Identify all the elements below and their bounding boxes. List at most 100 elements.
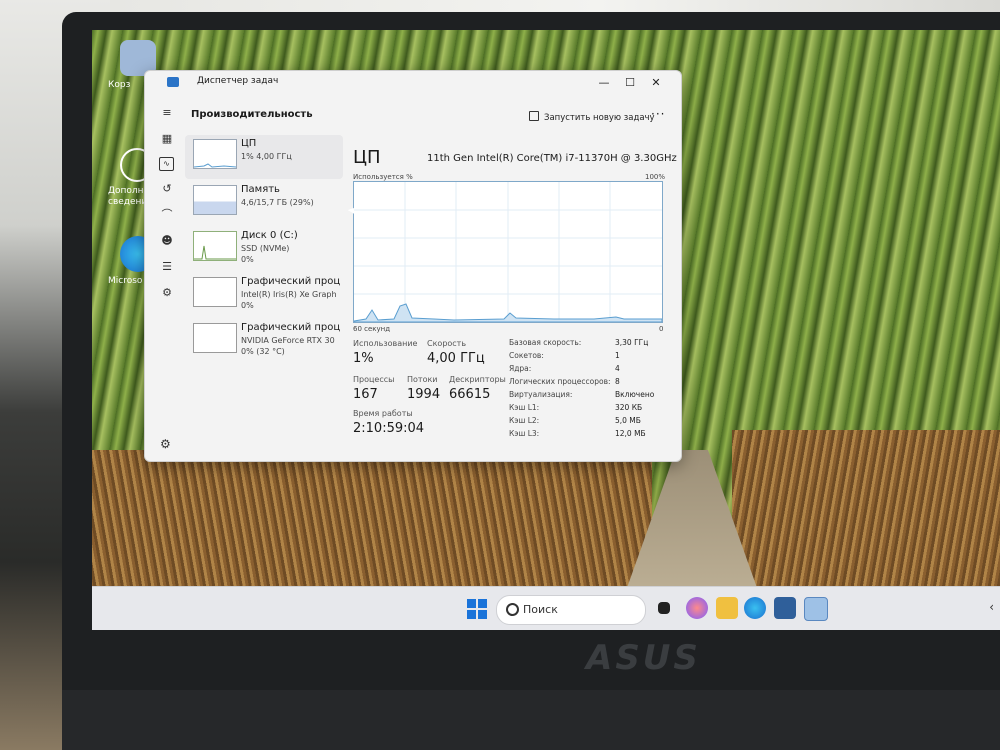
stat-speed: Скорость 4,00 ГГц bbox=[427, 339, 485, 366]
stat-value: 2:10:59:04 bbox=[353, 421, 425, 436]
more-options-button[interactable]: ··· bbox=[651, 107, 665, 121]
pane-sub2: 0% bbox=[241, 301, 254, 310]
cpu-model: 11th Gen Intel(R) Core(TM) i7-11370H @ 3… bbox=[427, 153, 677, 164]
settings-icon[interactable]: ⚙ bbox=[160, 437, 171, 451]
startup-icon[interactable]: ⌒ bbox=[159, 207, 175, 223]
run-new-task-label: Запустить новую задачу bbox=[544, 113, 655, 123]
task-manager-taskbar-icon[interactable] bbox=[804, 597, 828, 621]
task-manager-window[interactable]: Диспетчер задач — ☐ ✕ ≡ ▦ ∿ ↺ ⌒ ☻ ☰ ⚙ ⚙ … bbox=[144, 70, 682, 462]
detail-key: Логических процессоров: bbox=[509, 377, 611, 386]
pane-sub: 1% 4,00 ГГц bbox=[241, 152, 292, 161]
stat-value: 1% bbox=[353, 351, 374, 366]
pane-gpu-intel[interactable]: Графический проц Intel(R) Iris(R) Xe Gra… bbox=[185, 273, 343, 317]
stat-threads: Потоки 1994 bbox=[407, 375, 440, 402]
taskbar: Поиск ‹ bbox=[92, 586, 1000, 630]
menu-icon[interactable]: ≡ bbox=[159, 105, 175, 121]
store-icon[interactable] bbox=[774, 597, 796, 619]
detail-virtualization: Виртуализация: Включено bbox=[509, 390, 659, 402]
detail-value: 12,0 МБ bbox=[615, 429, 646, 438]
run-new-task-button[interactable]: Запустить новую задачу bbox=[529, 111, 655, 123]
stat-label: Время работы bbox=[353, 409, 413, 418]
stat-value: 66615 bbox=[449, 387, 491, 402]
detail-cache-l2: Кэш L2: 5,0 МБ bbox=[509, 416, 659, 428]
page-title: Производительность bbox=[191, 109, 313, 120]
detail-value: 3,30 ГГц bbox=[615, 338, 649, 347]
stat-value: 167 bbox=[353, 387, 378, 402]
stat-label: Потоки bbox=[407, 375, 438, 384]
task-manager-app-icon bbox=[167, 77, 179, 87]
edge-taskbar-icon[interactable] bbox=[744, 597, 766, 619]
detail-key: Кэш L1: bbox=[509, 403, 540, 412]
file-explorer-icon[interactable] bbox=[716, 597, 738, 619]
window-title: Диспетчер задач bbox=[197, 76, 279, 86]
stat-usage: Использование 1% bbox=[353, 339, 417, 366]
pane-thumbnail bbox=[193, 139, 237, 169]
maximize-button[interactable]: ☐ bbox=[619, 74, 641, 92]
graph-label-right: 100% bbox=[645, 173, 666, 181]
pane-cpu[interactable]: ЦП 1% 4,00 ГГц bbox=[185, 135, 343, 179]
close-button[interactable]: ✕ bbox=[645, 74, 667, 92]
detail-key: Сокетов: bbox=[509, 351, 544, 360]
detail-key: Ядра: bbox=[509, 364, 532, 373]
pane-thumbnail bbox=[193, 277, 237, 307]
pane-memory[interactable]: Память 4,6/15,7 ГБ (29%) bbox=[185, 181, 343, 225]
copilot-icon[interactable] bbox=[686, 597, 708, 619]
performance-icon[interactable]: ∿ bbox=[159, 157, 174, 171]
cpu-heading: ЦП bbox=[353, 147, 381, 168]
users-icon[interactable]: ☻ bbox=[159, 233, 175, 249]
detail-key: Базовая скорость: bbox=[509, 338, 582, 347]
stat-label: Скорость bbox=[427, 339, 467, 348]
stat-label: Процессы bbox=[353, 375, 395, 384]
cpu-usage-graph bbox=[353, 181, 663, 323]
stat-handles: Дескрипторы 66615 bbox=[449, 375, 506, 402]
task-view-icon[interactable] bbox=[658, 602, 670, 614]
detail-key: Кэш L3: bbox=[509, 429, 540, 438]
taskbar-search[interactable]: Поиск bbox=[496, 595, 646, 625]
detail-value: 4 bbox=[615, 364, 620, 373]
processes-icon[interactable]: ▦ bbox=[159, 131, 175, 147]
stat-label: Использование bbox=[353, 339, 418, 348]
pane-name: Графический проц bbox=[241, 322, 341, 333]
title-bar[interactable]: Диспетчер задач — ☐ ✕ bbox=[145, 71, 681, 95]
start-button[interactable] bbox=[467, 599, 487, 619]
pane-name: Диск 0 (C:) bbox=[241, 230, 298, 241]
pane-sub2: 0% bbox=[241, 255, 254, 264]
graph-label-left: Используется % bbox=[353, 173, 413, 181]
pane-thumbnail bbox=[193, 231, 237, 261]
nav-sidebar: ≡ ▦ ∿ ↺ ⌒ ☻ ☰ ⚙ bbox=[159, 105, 179, 311]
pane-disk[interactable]: Диск 0 (C:) SSD (NVMe) 0% bbox=[185, 227, 343, 271]
pane-gpu-nvidia[interactable]: Графический проц NVIDIA GeForce RTX 30 0… bbox=[185, 319, 343, 363]
stat-value: 1994 bbox=[407, 387, 441, 402]
detail-cache-l3: Кэш L3: 12,0 МБ bbox=[509, 429, 659, 441]
detail-key: Виртуализация: bbox=[509, 390, 573, 399]
pane-sub: NVIDIA GeForce RTX 30 bbox=[241, 336, 335, 345]
details-icon[interactable]: ☰ bbox=[159, 259, 175, 275]
pane-thumbnail bbox=[193, 323, 237, 353]
pane-sub2: 0% (32 °C) bbox=[241, 347, 285, 356]
detail-sockets: Сокетов: 1 bbox=[509, 351, 659, 363]
stat-value: 4,00 ГГц bbox=[427, 351, 485, 366]
services-icon[interactable]: ⚙ bbox=[159, 285, 175, 301]
search-icon bbox=[506, 603, 519, 616]
detail-key: Кэш L2: bbox=[509, 416, 540, 425]
detail-value: Включено bbox=[615, 390, 655, 399]
detail-value: 1 bbox=[615, 351, 620, 360]
pane-sub: Intel(R) Iris(R) Xe Graph bbox=[241, 290, 337, 299]
detail-value: 5,0 МБ bbox=[615, 416, 641, 425]
asus-logo: ASUS bbox=[586, 638, 701, 678]
cpu-graph-svg bbox=[353, 182, 663, 323]
graph-foot-left: 60 секунд bbox=[353, 325, 391, 333]
detail-base-speed: Базовая скорость: 3,30 ГГц bbox=[509, 338, 659, 350]
chevron-left-icon[interactable]: ‹ bbox=[989, 600, 994, 614]
history-icon[interactable]: ↺ bbox=[159, 181, 175, 197]
screen: Корз Дополни сведения Microso Диспетчер … bbox=[92, 30, 1000, 630]
pane-sub: 4,6/15,7 ГБ (29%) bbox=[241, 198, 314, 207]
pane-sub: SSD (NVMe) bbox=[241, 244, 290, 253]
minimize-button[interactable]: — bbox=[593, 74, 615, 92]
pane-name: Графический проц bbox=[241, 276, 341, 287]
detail-value: 320 КБ bbox=[615, 403, 643, 412]
new-task-icon bbox=[529, 111, 539, 121]
stat-label: Дескрипторы bbox=[449, 375, 506, 384]
cpu-mini-graph bbox=[193, 163, 237, 168]
stat-uptime: Время работы 2:10:59:04 bbox=[353, 409, 424, 436]
